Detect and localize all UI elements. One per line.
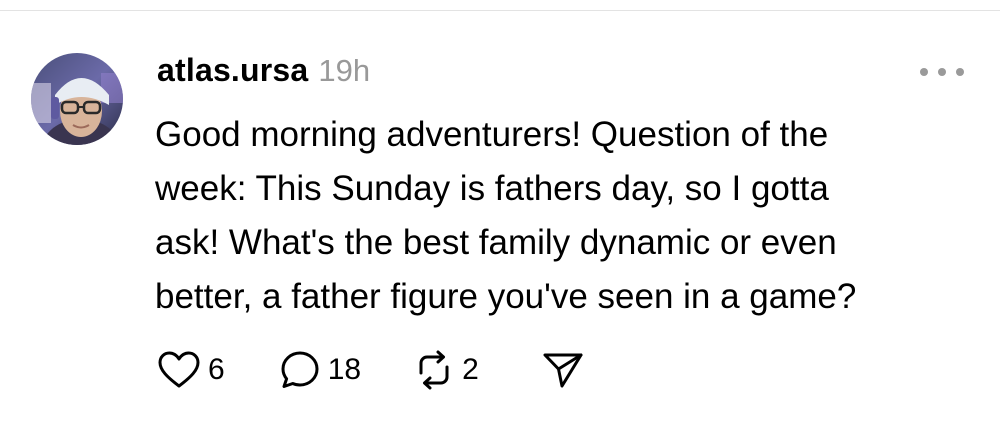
reply-button[interactable]: 18 [279,349,361,391]
more-dot [956,68,964,76]
reply-count: 18 [327,353,362,386]
action-bar: 6 18 2 [157,346,585,394]
repost-button[interactable]: 2 [413,349,479,391]
repost-icon [419,350,449,390]
post-text-line: better, a father figure you've seen in a… [155,277,857,316]
repost-count: 2 [462,353,479,386]
send-icon [543,353,583,388]
share-button[interactable] [541,349,585,391]
avatar-image [31,53,123,145]
username[interactable]: atlas.ursa [157,52,308,89]
post-text-line: week: This Sunday is fathers day, so I g… [155,169,829,208]
post-text-line: ask! What's the best family dynamic or e… [155,223,837,262]
more-dot [938,68,946,76]
thread-post: atlas.ursa 19h Good morning adventurers!… [0,0,1000,424]
like-button[interactable]: 6 [157,350,225,390]
avatar[interactable] [31,53,123,145]
like-count: 6 [208,353,225,386]
post-text: Good morning adventurers! Question of th… [155,108,955,324]
more-horizontal-icon [920,68,928,76]
speech-bubble-icon [281,351,319,388]
post-header: atlas.ursa 19h [157,52,370,96]
post-text-line: Good morning adventurers! Question of th… [155,115,829,154]
more-options-button[interactable] [920,60,964,84]
heart-icon [158,351,200,388]
timestamp: 19h [318,53,371,88]
